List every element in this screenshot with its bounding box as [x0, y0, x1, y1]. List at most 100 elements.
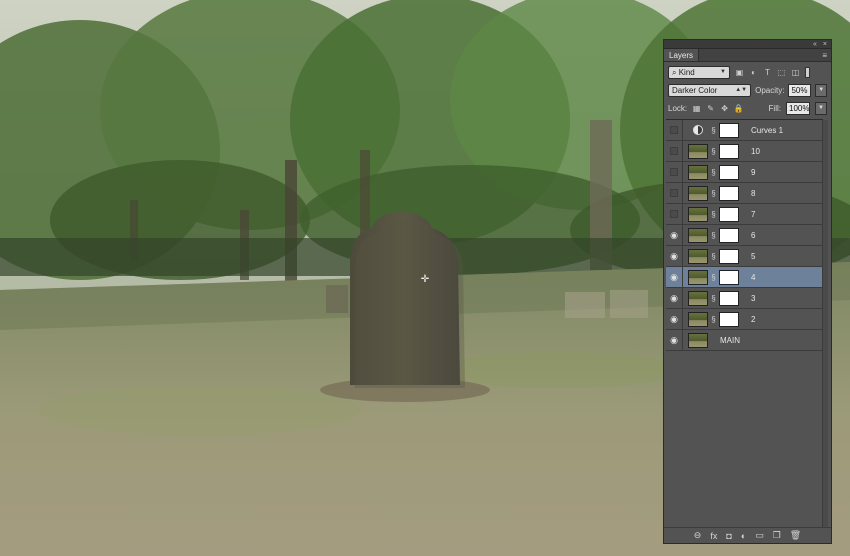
layer-mask-thumbnail[interactable]	[719, 227, 739, 243]
layer-row[interactable]: § 9	[666, 161, 823, 183]
visibility-toggle[interactable]	[666, 203, 683, 225]
mask-link-icon[interactable]: §	[710, 294, 717, 303]
layer-name: 8	[751, 188, 756, 198]
filter-smart-object-icon[interactable]: ◫	[791, 68, 800, 77]
mask-link-icon[interactable]: §	[710, 315, 717, 324]
layer-mask-thumbnail[interactable]	[719, 143, 739, 159]
eye-icon: ◉	[670, 292, 678, 303]
layer-thumbnail[interactable]	[688, 311, 708, 327]
eye-icon[interactable]: ◉	[666, 329, 683, 351]
layer-thumbnail[interactable]	[688, 185, 708, 201]
layers-scrollbar[interactable]	[822, 120, 828, 529]
layer-mask-thumbnail[interactable]	[719, 290, 739, 306]
lock-move-icon[interactable]: ✥	[720, 104, 729, 113]
visibility-toggle[interactable]	[666, 161, 683, 183]
layer-thumbnail[interactable]	[688, 227, 708, 243]
layer-list: § Curves 1 § 10 § 9 § 8 § 7 ◉ § 6 ◉ § 5 ◉ § 4 ◉ § 3 ◉ § 2 ◉ MAIN	[666, 119, 823, 530]
layer-name: 9	[751, 167, 756, 177]
lock-label: Lock:	[668, 103, 688, 113]
folder-icon[interactable]: ▭	[755, 530, 764, 541]
panel-title-bar[interactable]: « ×	[664, 40, 831, 49]
layer-thumbnail[interactable]	[688, 143, 708, 159]
layer-name: 10	[751, 146, 760, 156]
layer-mask-thumbnail[interactable]	[719, 311, 739, 327]
layer-row[interactable]: ◉ § 2	[666, 308, 823, 330]
mask-link-icon[interactable]: §	[710, 252, 717, 261]
filter-shape-icon[interactable]: ⬚	[777, 68, 786, 77]
layer-mask-thumbnail[interactable]	[719, 185, 739, 201]
layer-row[interactable]: § 7	[666, 203, 823, 225]
visibility-toggle[interactable]	[666, 140, 683, 162]
layer-thumbnail[interactable]	[688, 269, 708, 285]
layer-row[interactable]: ◉ § 6	[666, 224, 823, 246]
layer-thumbnail[interactable]	[688, 332, 708, 348]
tab-layers[interactable]: Layers	[664, 49, 700, 61]
blend-mode-select[interactable]: Darker Color ▲▼	[668, 83, 752, 97]
hidden-visibility-box	[670, 168, 678, 176]
layer-mask-thumbnail[interactable]	[719, 206, 739, 222]
mask-link-icon[interactable]: §	[710, 231, 717, 240]
layer-row[interactable]: ◉ § 4	[666, 266, 823, 288]
filter-kind-select[interactable]: ⌕ Kind ▼	[668, 66, 730, 79]
layer-mask-thumbnail[interactable]	[719, 164, 739, 180]
layer-row[interactable]: ◉ MAIN	[666, 329, 823, 351]
layer-mask-thumbnail[interactable]	[719, 269, 739, 285]
link-icon[interactable]: ⊖	[694, 530, 702, 541]
panel-menu-icon[interactable]: ≡	[822, 49, 831, 61]
mask-icon[interactable]: ◘	[726, 531, 731, 541]
layer-thumbnail[interactable]	[688, 206, 708, 222]
eye-icon[interactable]: ◉	[666, 266, 683, 288]
eye-icon[interactable]: ◉	[666, 224, 683, 246]
new-layer-icon[interactable]: ❐	[773, 530, 781, 541]
trash-icon[interactable]: 🗑	[790, 530, 801, 541]
collapse-icon[interactable]: «	[813, 41, 817, 48]
layer-row[interactable]: ◉ § 3	[666, 287, 823, 309]
layer-filter-row: ⌕ Kind ▼ ▣ ◐ T ⬚ ◫	[664, 64, 831, 81]
hidden-visibility-box	[670, 126, 678, 134]
hidden-visibility-box	[670, 147, 678, 155]
filter-adjustment-icon[interactable]: ◐	[749, 68, 758, 77]
adjustment-icon[interactable]: ◐	[741, 531, 746, 541]
fill-label: Fill:	[768, 103, 781, 113]
eye-icon[interactable]: ◉	[666, 245, 683, 267]
layer-row[interactable]: § 10	[666, 140, 823, 162]
blend-mode-value: Darker Color	[672, 85, 718, 95]
lock-brush-icon[interactable]: ✎	[706, 104, 715, 113]
layer-thumbnail[interactable]	[688, 164, 708, 180]
mask-link-icon[interactable]: §	[710, 189, 717, 198]
close-icon[interactable]: ×	[823, 41, 827, 48]
fx-icon[interactable]: fx	[710, 531, 717, 541]
layer-mask-thumbnail[interactable]	[719, 248, 739, 264]
layer-mask-thumbnail[interactable]	[719, 122, 739, 138]
mask-link-icon[interactable]: §	[710, 168, 717, 177]
visibility-toggle[interactable]	[666, 182, 683, 204]
mask-link-icon[interactable]: §	[710, 126, 717, 135]
layer-name: 5	[751, 251, 756, 261]
layer-name: MAIN	[720, 335, 740, 345]
eye-icon[interactable]: ◉	[666, 308, 683, 330]
layer-thumbnail[interactable]	[688, 290, 708, 306]
adjustment-layer-icon[interactable]	[688, 122, 708, 138]
fill-input[interactable]: 100%	[786, 101, 810, 115]
opacity-input[interactable]: 50%	[788, 83, 812, 97]
mask-link-icon[interactable]: §	[710, 210, 717, 219]
mask-link-icon[interactable]: §	[710, 147, 717, 156]
layer-row[interactable]: § Curves 1	[666, 119, 823, 141]
lock-transparent-icon[interactable]: ▦	[692, 104, 701, 113]
layer-name: 3	[751, 293, 756, 303]
lock-all-icon[interactable]: 🔒	[734, 104, 744, 113]
filter-pixel-icon[interactable]: ▣	[735, 68, 744, 77]
search-icon: ⌕	[672, 68, 677, 77]
layers-panel: « × Layers ≡ ⌕ Kind ▼ ▣ ◐ T ⬚ ◫ Darker C…	[663, 39, 832, 544]
layer-row[interactable]: ◉ § 5	[666, 245, 823, 267]
mask-link-icon[interactable]: §	[710, 273, 717, 282]
filter-toggle-switch[interactable]	[805, 67, 810, 78]
eye-icon[interactable]: ◉	[666, 287, 683, 309]
visibility-toggle[interactable]	[666, 119, 683, 141]
fill-dropdown-icon[interactable]: ▼	[815, 101, 827, 115]
layer-name: Curves 1	[751, 125, 784, 135]
filter-type-icon[interactable]: T	[763, 68, 772, 77]
layer-row[interactable]: § 8	[666, 182, 823, 204]
layer-thumbnail[interactable]	[688, 248, 708, 264]
opacity-dropdown-icon[interactable]: ▼	[815, 83, 827, 97]
